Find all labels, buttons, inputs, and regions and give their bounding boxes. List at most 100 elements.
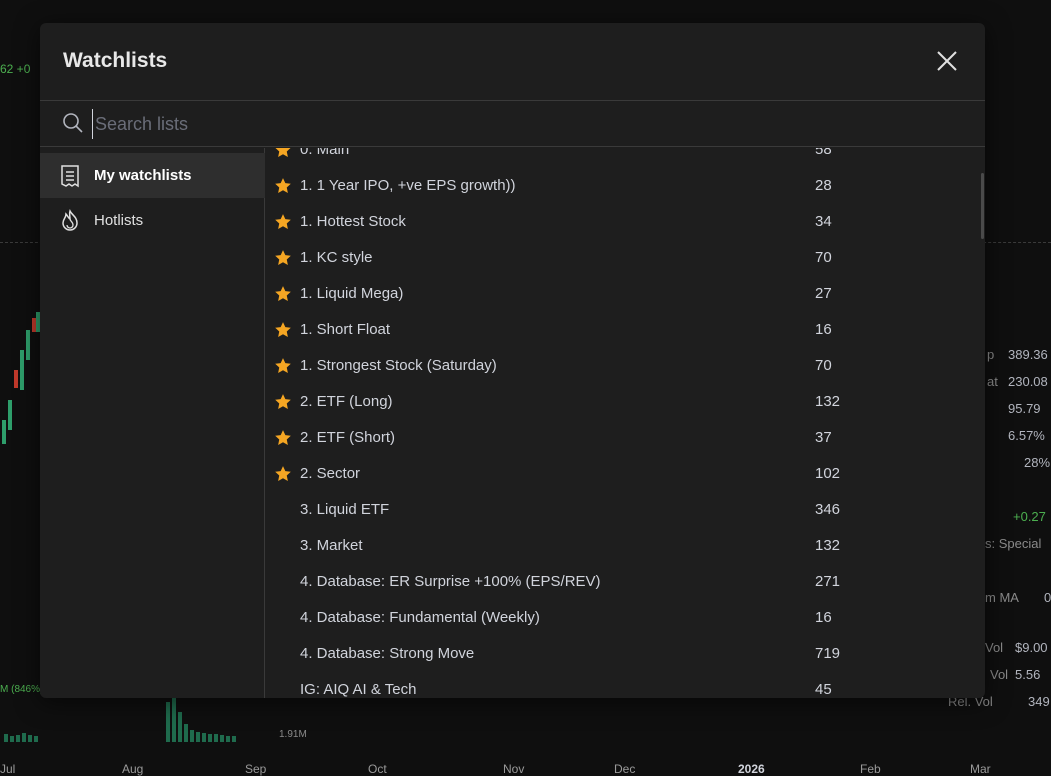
list-count: 70 — [815, 357, 832, 374]
volume-bar — [214, 734, 218, 742]
star-icon[interactable] — [274, 393, 292, 411]
list-item[interactable]: 1. 1 Year IPO, +ve EPS growth)) 28 — [266, 168, 985, 204]
list-item[interactable]: 4. Database: Fundamental (Weekly) 16 — [266, 600, 985, 636]
star-icon[interactable] — [274, 148, 292, 159]
stat-value: 6.57% — [1008, 428, 1045, 443]
list-count: 34 — [815, 213, 832, 230]
star-icon[interactable] — [274, 321, 292, 339]
stat-label: Vol — [990, 667, 1009, 682]
list-name: 2. Sector — [300, 465, 361, 482]
price-change-text: 62 +0 — [0, 62, 31, 76]
search-bar — [40, 101, 985, 147]
search-input[interactable] — [92, 109, 792, 139]
stat-label: s: Special — [985, 536, 1042, 551]
list-item[interactable]: 1. Strongest Stock (Saturday) 70 — [266, 348, 985, 384]
dialog-header: Watchlists — [40, 23, 985, 101]
list-item[interactable]: IG: AIQ AI & Tech 45 — [266, 672, 985, 698]
star-icon[interactable] — [274, 429, 292, 447]
scrollbar[interactable] — [981, 173, 984, 239]
list-name: 2. ETF (Long) — [300, 393, 393, 410]
list-item[interactable]: 1. KC style 70 — [266, 240, 985, 276]
list-name: 2. ETF (Short) — [300, 429, 396, 446]
star-icon[interactable] — [274, 213, 292, 231]
candle — [8, 400, 12, 430]
star-icon[interactable] — [274, 357, 292, 375]
list-item[interactable]: 2. ETF (Short) 37 — [266, 420, 985, 456]
list-name: 1. Liquid Mega) — [300, 285, 404, 302]
list-count: 271 — [815, 573, 841, 590]
stat-value: 230.08 — [1008, 374, 1048, 389]
volume-bar — [184, 724, 188, 742]
volume-bar — [4, 734, 8, 742]
stat-value: $9.00 — [1015, 640, 1048, 655]
volume-bar — [232, 736, 236, 742]
list-item[interactable]: 4. Database: ER Surprise +100% (EPS/REV)… — [266, 564, 985, 600]
sidebar: My watchlists Hotlists — [40, 148, 265, 698]
list-count: 132 — [815, 393, 841, 410]
list-name: 3. Liquid ETF — [300, 501, 390, 518]
volume-bar — [16, 735, 20, 742]
volume-percent-text: M (846%) — [0, 684, 44, 695]
stat-value: 28% — [1024, 455, 1051, 470]
list-item[interactable]: 3. Market 132 — [266, 528, 985, 564]
list-count: 16 — [815, 321, 832, 338]
list-count: 132 — [815, 537, 841, 554]
sidebar-item-my-watchlists[interactable]: My watchlists — [40, 153, 265, 198]
list-name: IG: AIQ AI & Tech — [300, 681, 417, 698]
stat-value: 5.56 — [1015, 667, 1041, 682]
candle — [26, 330, 30, 360]
volume-bar — [220, 735, 224, 742]
list-item[interactable]: 2. ETF (Long) 132 — [266, 384, 985, 420]
sidebar-item-label: Hotlists — [94, 212, 144, 229]
stat-value: 0 — [1044, 590, 1051, 605]
volume-bar — [196, 732, 200, 742]
list-name: 1. Strongest Stock (Saturday) — [300, 357, 497, 374]
volume-bar — [208, 734, 212, 742]
sidebar-item-hotlists[interactable]: Hotlists — [40, 198, 265, 243]
fire-icon — [62, 209, 78, 231]
list-count: 27 — [815, 285, 832, 302]
list-item[interactable]: 0. Main 58 — [266, 148, 985, 168]
volume-bar — [34, 736, 38, 742]
sidebar-item-label: My watchlists — [94, 167, 192, 184]
stat-label: at — [987, 374, 998, 389]
star-icon[interactable] — [274, 177, 292, 195]
list-name: 4. Database: Strong Move — [300, 645, 475, 662]
star-icon[interactable] — [274, 465, 292, 483]
candle — [20, 350, 24, 390]
volume-bar — [10, 736, 14, 742]
list-name: 4. Database: ER Surprise +100% (EPS/REV) — [300, 573, 601, 590]
candle — [2, 420, 6, 444]
list-count: 719 — [815, 645, 841, 662]
star-icon[interactable] — [274, 285, 292, 303]
list-count: 37 — [815, 429, 832, 446]
list-count: 16 — [815, 609, 832, 626]
star-icon[interactable] — [274, 249, 292, 267]
search-icon — [63, 113, 83, 133]
volume-label: 1.91M — [279, 729, 307, 740]
list-item[interactable]: 3. Liquid ETF 346 — [266, 492, 985, 528]
list-item[interactable]: 1. Liquid Mega) 27 — [266, 276, 985, 312]
list-name: 1. Short Float — [300, 321, 391, 338]
close-icon — [937, 51, 957, 71]
watchlist-list: 0. Main 58 1. 1 Year IPO, +ve EPS growth))… — [266, 148, 985, 698]
list-item[interactable]: 1. Short Float 16 — [266, 312, 985, 348]
stat-label: m MA — [985, 590, 1019, 605]
volume-bar — [166, 702, 170, 742]
list-name: 1. 1 Year IPO, +ve EPS growth)) — [300, 177, 516, 194]
volume-bar — [190, 730, 194, 742]
close-button[interactable] — [934, 48, 960, 74]
list-item[interactable]: 1. Hottest Stock 34 — [266, 204, 985, 240]
volume-bar — [202, 733, 206, 742]
volume-bar — [178, 712, 182, 742]
watchlists-dialog: Watchlists My watchlists — [40, 23, 985, 698]
list-item[interactable]: 4. Database: Strong Move 719 — [266, 636, 985, 672]
list-name: 1. KC style — [300, 249, 373, 266]
stat-value: 95.79 — [1008, 401, 1041, 416]
stat-value: +0.27 — [1013, 509, 1046, 524]
watchlist-icon — [61, 165, 79, 188]
list-name: 1. Hottest Stock — [300, 213, 406, 230]
volume-bar — [28, 735, 32, 742]
list-count: 102 — [815, 465, 841, 482]
list-item[interactable]: 2. Sector 102 — [266, 456, 985, 492]
